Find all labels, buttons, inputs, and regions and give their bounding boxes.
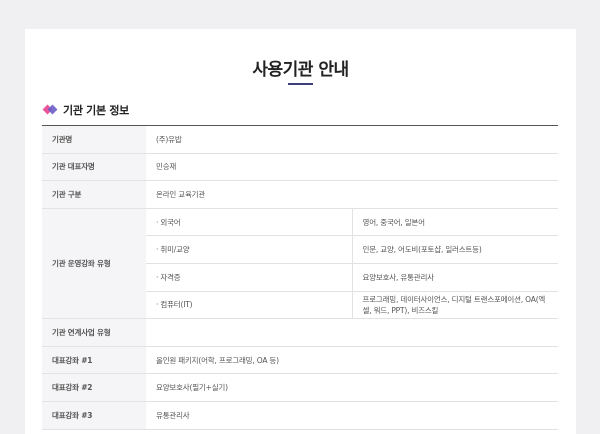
table-row: 대표강좌 #1 올인원 패키지(어학, 프로그래밍, OA 등) bbox=[42, 346, 558, 375]
table-row: 기관 연계사업 유형 bbox=[42, 318, 558, 347]
course-type-label: · 취미/교양 bbox=[146, 235, 353, 264]
institution-info-table: 기관명 (주)유밥 기관 대표자명 민승재 기관 구분 온라인 교육기관 기관 … bbox=[42, 125, 558, 430]
course-type-label: · 자격증 bbox=[146, 263, 353, 292]
page-title: 사용기관 안내 bbox=[252, 60, 349, 80]
table-row: 대표강좌 #2 요양보호사(필기+실기) bbox=[42, 373, 558, 402]
row-value: 요양보호사(필기+실기) bbox=[146, 373, 558, 402]
row-label: 기관 구분 bbox=[42, 180, 146, 209]
table-row: 기관 구분 온라인 교육기관 bbox=[42, 180, 558, 209]
section-title: 기관 기본 정보 bbox=[63, 104, 129, 117]
row-label: 대표강좌 #2 bbox=[42, 373, 146, 402]
course-type-label: · 컴퓨터(IT) bbox=[146, 291, 353, 320]
diamond-icon bbox=[42, 104, 58, 115]
row-value: 민승재 bbox=[146, 153, 558, 182]
row-label: 기관 대표자명 bbox=[42, 153, 146, 182]
course-type-label: · 외국어 bbox=[146, 208, 353, 237]
table-row: 기관 대표자명 민승재 bbox=[42, 153, 558, 182]
row-label: 기관 운영강좌 유형 bbox=[42, 208, 146, 320]
table-row: 기관 운영강좌 유형 · 외국어 영어, 중국어, 일본어 bbox=[42, 208, 558, 320]
table-row: 기관명 (주)유밥 bbox=[42, 125, 558, 154]
content-card: 사용기관 안내 기관 기본 정보 기관명 (주)유밥 기관 대표자명 민승재 기… bbox=[25, 29, 576, 434]
course-type-value: 영어, 중국어, 일본어 bbox=[352, 208, 558, 237]
title-underline bbox=[288, 83, 313, 85]
row-label: 기관 연계사업 유형 bbox=[42, 318, 146, 347]
course-type-value: 프로그래밍, 데이터사이언스, 디지털 트랜스포메이션, OA(엑셀, 워드, … bbox=[352, 291, 558, 320]
row-value: 올인원 패키지(어학, 프로그래밍, OA 등) bbox=[146, 346, 558, 375]
row-label: 대표강좌 #1 bbox=[42, 346, 146, 375]
row-value bbox=[146, 318, 558, 347]
course-type-value: 요양보호사, 유통관리사 bbox=[352, 263, 558, 292]
row-value: 온라인 교육기관 bbox=[146, 180, 558, 209]
row-label: 기관명 bbox=[42, 125, 146, 154]
row-label: 대표강좌 #3 bbox=[42, 401, 146, 430]
table-row: 대표강좌 #3 유통관리사 bbox=[42, 401, 558, 430]
row-value: (주)유밥 bbox=[146, 125, 558, 154]
course-type-value: 인문, 교양, 어도비(포토샵, 일러스트등) bbox=[352, 235, 558, 264]
row-value: 유통관리사 bbox=[146, 401, 558, 430]
section-header: 기관 기본 정보 bbox=[42, 102, 129, 118]
